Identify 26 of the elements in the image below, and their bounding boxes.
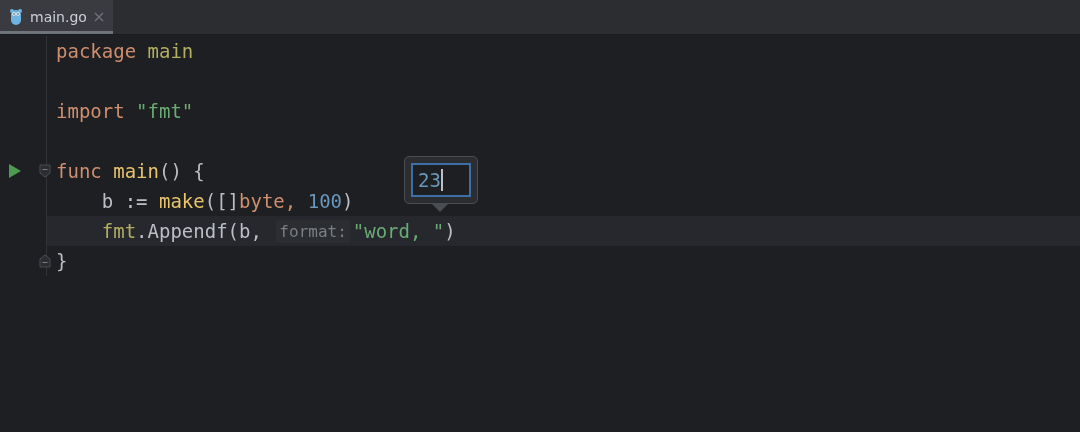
code-token: ): [342, 190, 354, 212]
run-icon[interactable]: [9, 164, 21, 178]
close-icon[interactable]: [93, 12, 104, 22]
code-token: b :=: [100, 190, 149, 212]
file-tab[interactable]: main.go: [0, 0, 113, 34]
keyword-token: byte,: [239, 190, 298, 212]
keyword-token: package: [56, 40, 138, 62]
identifier-token: fmt: [100, 220, 137, 242]
parameter-hint: format:: [276, 219, 350, 243]
keyword-token: func: [56, 160, 103, 182]
code-token: ): [444, 220, 456, 242]
code-token: }: [56, 250, 68, 272]
code-token: ([]: [204, 190, 240, 212]
function-name-token: make: [158, 190, 205, 212]
string-token: "fmt": [136, 100, 194, 122]
code-token: () {: [158, 160, 205, 182]
value-field[interactable]: 23: [411, 163, 471, 197]
gopher-icon: [9, 8, 23, 26]
identifier-token: main: [147, 40, 194, 62]
fold-icon[interactable]: [39, 254, 51, 268]
string-token: "word, ": [352, 220, 445, 242]
code-token: .Appendf(b,: [136, 220, 263, 242]
number-token: 100: [307, 190, 342, 212]
keyword-token: import: [56, 100, 126, 122]
function-name-token: main: [113, 160, 159, 182]
fold-icon[interactable]: [39, 164, 51, 178]
